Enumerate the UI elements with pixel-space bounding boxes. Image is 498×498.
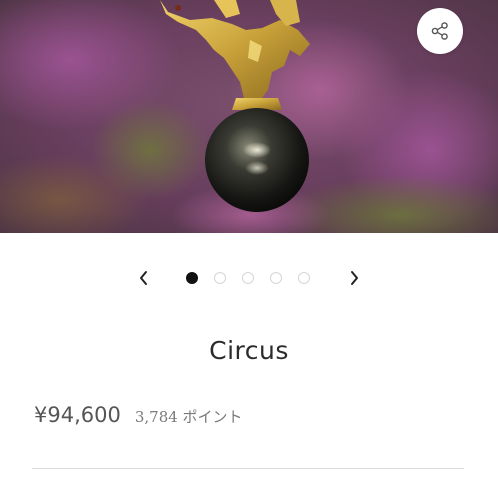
divider <box>32 468 464 469</box>
carousel-dot[interactable] <box>270 272 282 284</box>
carousel-next-button[interactable] <box>342 266 366 290</box>
carousel-navigation <box>0 262 498 294</box>
carousel-dots <box>186 272 326 286</box>
share-button[interactable] <box>417 8 463 54</box>
chevron-right-icon <box>351 271 358 285</box>
carousel-dot[interactable] <box>298 272 310 284</box>
carousel-prev-button[interactable] <box>132 266 156 290</box>
carousel-dot[interactable] <box>186 272 198 284</box>
product-page: Circus ¥94,600 3,784 ポイント <box>0 0 498 498</box>
product-price: ¥94,600 <box>34 403 121 427</box>
product-title: Circus <box>209 336 289 365</box>
share-icon <box>431 22 448 40</box>
reward-points: 3,784 ポイント <box>134 408 243 426</box>
product-image[interactable] <box>0 0 498 233</box>
price-row: ¥94,600 3,784 ポイント <box>34 403 243 433</box>
chevron-left-icon <box>140 271 147 285</box>
carousel-dot[interactable] <box>242 272 254 284</box>
carousel-dot[interactable] <box>214 272 226 284</box>
